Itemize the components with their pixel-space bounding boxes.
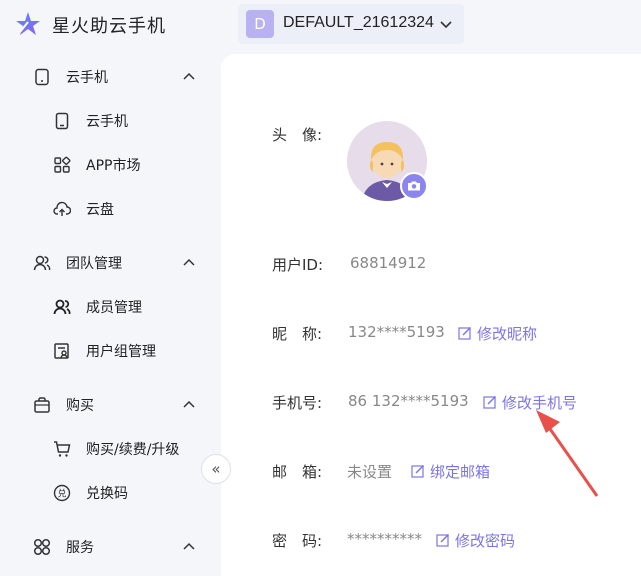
chevron-up-icon — [183, 258, 195, 266]
sidebar-item-label: 用户组管理 — [86, 344, 156, 360]
top-bar: 星火助云手机 D DEFAULT_21612324 — [0, 0, 641, 50]
svg-text:兑: 兑 — [57, 488, 66, 500]
edit-password-label: 修改密码 — [455, 532, 516, 550]
edit-password-link[interactable]: 修改密码 — [436, 530, 536, 550]
chevron-up-icon — [183, 72, 195, 80]
app-title: 星火助云手机 — [52, 16, 166, 37]
phone-label: 手机号: — [272, 394, 323, 412]
sidebar-group-label: 购买 — [66, 398, 94, 414]
collapse-sidebar-button[interactable]: « — [201, 454, 231, 484]
sidebar-item-label: 云手机 — [86, 114, 128, 130]
sidebar-item-label: 购买/续费/升级 — [86, 442, 180, 458]
sidebar-group-purchase[interactable]: 购买 — [0, 384, 220, 424]
nickname-value: 132****5193 — [348, 323, 445, 341]
change-avatar-button[interactable] — [400, 172, 428, 200]
sidebar-item-user-groups[interactable]: 用户组管理 — [0, 330, 220, 370]
sidebar-item-cloud-phone[interactable]: 云手机 — [0, 100, 220, 140]
shopping-bag-icon — [34, 397, 50, 413]
edit-nickname-label: 修改昵称 — [477, 325, 538, 343]
email-value: 未设置 — [347, 463, 393, 481]
edit-icon — [436, 534, 449, 547]
password-value: ********** — [347, 530, 422, 548]
sidebar-group-label: 团队管理 — [66, 256, 122, 272]
members-icon — [53, 299, 71, 315]
camera-icon — [408, 181, 420, 191]
service-icon — [33, 538, 51, 556]
user-id-label: 用户ID: — [272, 256, 324, 274]
edit-icon — [411, 465, 424, 478]
chevron-down-icon — [440, 21, 452, 29]
sidebar: 云手机 云手机 APP市场 云盘 团队管理 成员管理 用户组管理 购买 购买/续… — [0, 50, 220, 576]
sidebar-item-redeem-code[interactable]: 兑 兑换码 — [0, 472, 220, 512]
user-group-icon — [54, 343, 69, 359]
edit-icon — [458, 327, 471, 340]
sidebar-group-cloud-phone[interactable]: 云手机 — [0, 56, 220, 96]
sidebar-group-label: 服务 — [66, 540, 94, 556]
phone-value: 86 132****5193 — [348, 392, 469, 410]
team-icon — [33, 255, 51, 271]
cart-icon — [54, 441, 71, 457]
email-label: 邮 箱: — [272, 463, 323, 481]
app-logo-icon — [16, 12, 40, 35]
user-id-value: 68814912 — [350, 254, 427, 272]
sidebar-item-app-market[interactable]: APP市场 — [0, 144, 220, 184]
annotation-arrow-icon — [536, 410, 599, 497]
sidebar-item-cloud-drive[interactable]: 云盘 — [0, 188, 220, 228]
avatar-label: 头 像: — [272, 126, 323, 144]
sidebar-group-service[interactable]: 服务 — [0, 526, 220, 566]
redeem-icon: 兑 — [53, 484, 71, 502]
sidebar-item-label: APP市场 — [86, 158, 141, 174]
cloud-upload-icon — [53, 201, 71, 216]
phone-icon — [55, 112, 69, 130]
bind-email-link[interactable]: 绑定邮箱 — [411, 461, 511, 481]
sidebar-group-label: 云手机 — [66, 70, 108, 86]
chevron-up-icon — [183, 542, 195, 550]
account-name: DEFAULT_21612324 — [283, 14, 434, 31]
sidebar-item-label: 云盘 — [86, 202, 114, 218]
sidebar-item-label: 兑换码 — [86, 486, 128, 502]
password-label: 密 码: — [272, 532, 323, 550]
sidebar-group-team[interactable]: 团队管理 — [0, 242, 220, 282]
edit-nickname-link[interactable]: 修改昵称 — [458, 323, 558, 343]
apps-grid-icon — [54, 156, 71, 173]
account-switcher[interactable]: D DEFAULT_21612324 — [238, 4, 464, 44]
sidebar-item-label: 成员管理 — [86, 300, 142, 316]
bind-email-label: 绑定邮箱 — [430, 463, 491, 481]
account-avatar: D — [246, 10, 274, 38]
edit-icon — [483, 396, 496, 409]
sidebar-item-buy-renew[interactable]: 购买/续费/升级 — [0, 428, 220, 468]
nickname-label: 昵 称: — [272, 325, 323, 343]
sidebar-item-members[interactable]: 成员管理 — [0, 286, 220, 326]
phone-icon — [35, 68, 49, 86]
chevron-up-icon — [183, 400, 195, 408]
